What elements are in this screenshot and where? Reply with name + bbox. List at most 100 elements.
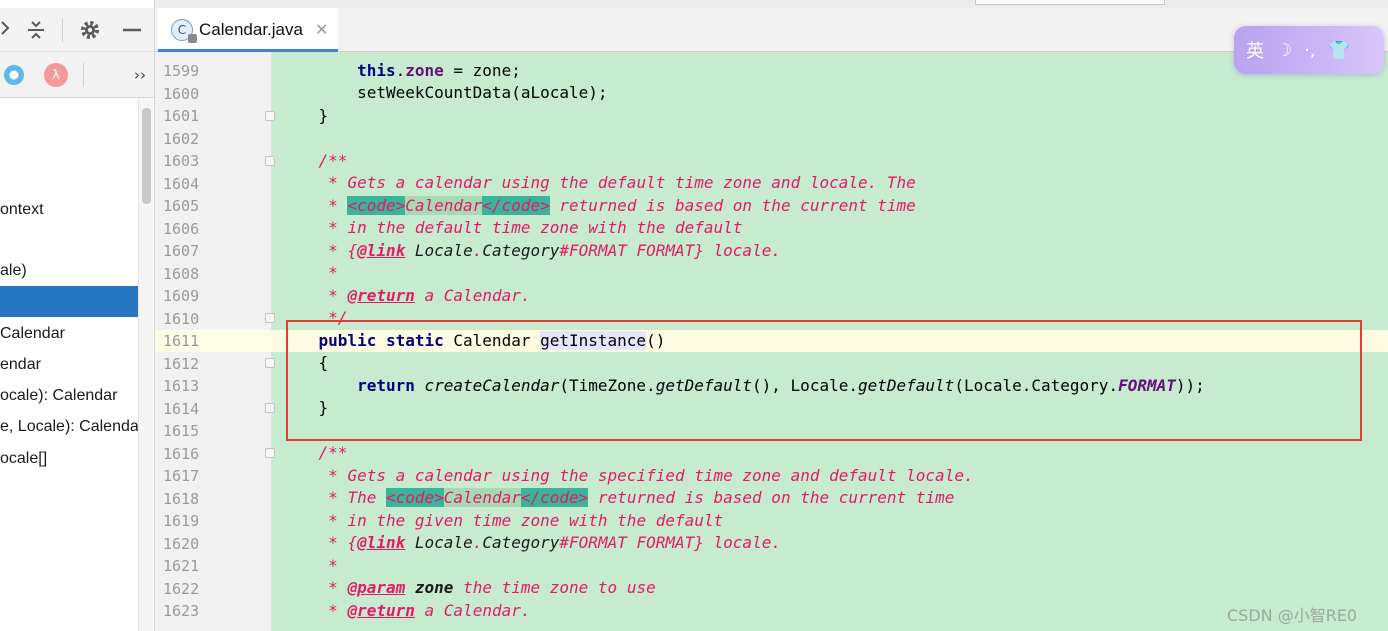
line-number: 1619 — [163, 512, 200, 530]
html-tag: </code> — [520, 488, 589, 507]
keyword-this: this — [357, 61, 396, 80]
dot: . — [472, 241, 483, 260]
html-tag: <code> — [385, 488, 444, 507]
doc-open: /** — [318, 443, 348, 462]
structure-item[interactable]: ocale[] — [0, 443, 154, 474]
collapse-icon[interactable] — [0, 18, 14, 42]
code-line-1603: /** — [280, 150, 348, 172]
doc-text: returned is based on the current time — [549, 196, 916, 215]
line-number: 1620 — [163, 534, 200, 553]
skin-icon[interactable]: 👕 — [1328, 40, 1350, 61]
doc-text: #FORMAT FORMAT} locale. — [559, 533, 781, 552]
line-number: 1618 — [163, 489, 200, 508]
doc-star: * — [328, 241, 338, 260]
param-name: zone — [414, 578, 454, 597]
circle-filter-icon[interactable] — [2, 63, 26, 87]
doc-open: /** — [318, 151, 348, 170]
line-number: 1601 — [163, 107, 200, 125]
line-number: 1613 — [163, 377, 200, 395]
tab-label: Calendar.java — [199, 20, 303, 39]
structure-item[interactable]: Calendar — [0, 318, 154, 349]
doc-star: * — [328, 263, 338, 282]
fold-marker[interactable] — [265, 358, 275, 368]
ime-toolbar[interactable]: 英 ☽ ·, 👕 — [1234, 26, 1384, 74]
fold-marker[interactable] — [265, 156, 275, 166]
line-number: 1612 — [163, 354, 200, 373]
code-line-1618: * The <code>Calendar</code> returned is … — [280, 487, 954, 509]
code-line-1609: * @return a Calendar. — [280, 285, 530, 307]
line-number: 1623 — [163, 602, 200, 620]
structure-item[interactable]: endar — [0, 349, 154, 380]
moon-icon[interactable]: ☽ — [1276, 40, 1292, 61]
call: setWeekCountData(aLocale); — [357, 83, 608, 102]
fold-marker[interactable] — [265, 403, 275, 413]
line-number: 1607 — [163, 242, 200, 260]
fold-marker[interactable] — [265, 313, 275, 323]
code-line-1616: /** — [280, 442, 348, 464]
structure-item[interactable]: ale) — [0, 255, 154, 286]
code-line-1606: * in the default time zone with the defa… — [280, 217, 742, 239]
structure-toolbar-top — [0, 8, 154, 52]
doc-star: * — [328, 601, 338, 620]
code-line-1622: * @param zone the time zone to use — [280, 577, 656, 599]
annotation-highlight-box — [286, 320, 1362, 441]
watermark: CSDN @小智RE0 — [1227, 606, 1358, 625]
doc-star: * — [328, 173, 338, 192]
search-field-edge[interactable] — [975, 0, 1165, 5]
structure-item-label: e, Locale): Calendar — [0, 418, 145, 435]
structure-item-label: ale) — [0, 262, 27, 279]
html-tag: </code> — [482, 196, 550, 215]
line-number: 1600 — [163, 84, 200, 103]
line-number: 1614 — [163, 399, 200, 418]
doc-text: Gets a calendar using the default time z… — [347, 173, 916, 192]
param-tag: @param — [347, 578, 406, 597]
structure-item[interactable]: ocale): Calendar — [0, 380, 154, 411]
structure-scrollbar[interactable] — [138, 98, 153, 631]
more-icon[interactable]: ›› — [128, 63, 152, 87]
dot: . — [395, 61, 406, 80]
collapse-all-icon[interactable] — [24, 18, 48, 42]
doc-text: #FORMAT FORMAT} locale. — [559, 241, 781, 260]
link-ref: Locale — [405, 241, 473, 260]
structure-item[interactable]: e, Locale): Calendar — [0, 411, 154, 442]
doc-text: returned is based on the current time — [588, 488, 955, 507]
code-line-1623: * @return a Calendar. — [280, 600, 530, 622]
doc-text: Gets a calendar using the specified time… — [347, 466, 974, 485]
html-tag-text: Calendar — [443, 488, 521, 507]
fold-marker[interactable] — [265, 448, 275, 458]
line-number: 1608 — [163, 264, 200, 283]
line-number: 1609 — [163, 287, 200, 305]
structure-item-label: endar — [0, 356, 41, 373]
return-tag: @return — [347, 286, 415, 305]
ime-language-label[interactable]: 英 — [1246, 37, 1264, 63]
structure-item-selected[interactable] — [0, 286, 153, 317]
link-tag: @link — [357, 241, 406, 260]
doc-star: * — [328, 196, 338, 215]
code-line-1621: * — [280, 555, 338, 577]
return-tag: @return — [347, 601, 415, 620]
line-number: 1622 — [163, 579, 200, 598]
line-number: 1616 — [163, 444, 200, 463]
link-ref: Category — [482, 533, 560, 552]
line-number: 1615 — [163, 422, 200, 440]
doc-star: * — [328, 556, 338, 575]
structure-item-label: ocale[] — [0, 450, 48, 467]
minimize-icon[interactable] — [120, 18, 144, 42]
doc-text: a Calendar. — [414, 601, 531, 620]
code-line-1607: * {@link Locale.Category#FORMAT FORMAT} … — [280, 240, 781, 262]
structure-item[interactable]: ontext — [0, 194, 154, 225]
structure-scrollbar-thumb[interactable] — [142, 108, 151, 204]
doc-star: * — [328, 218, 338, 237]
fold-marker[interactable] — [265, 111, 275, 121]
lambda-filter-icon[interactable]: λ — [44, 63, 68, 87]
gear-icon[interactable] — [78, 18, 102, 42]
tab-calendar-java[interactable]: C Calendar.java ✕ — [158, 8, 338, 52]
close-icon[interactable]: ✕ — [315, 20, 328, 39]
field-zone: zone — [405, 61, 444, 80]
doc-star: * — [328, 533, 338, 552]
readonly-lock-icon — [188, 34, 197, 43]
link-open: { — [347, 241, 358, 260]
punctuation-icon[interactable]: ·, — [1304, 40, 1315, 61]
doc-star: * — [328, 578, 338, 597]
code-line-1599: this.zone = zone; — [280, 60, 521, 82]
